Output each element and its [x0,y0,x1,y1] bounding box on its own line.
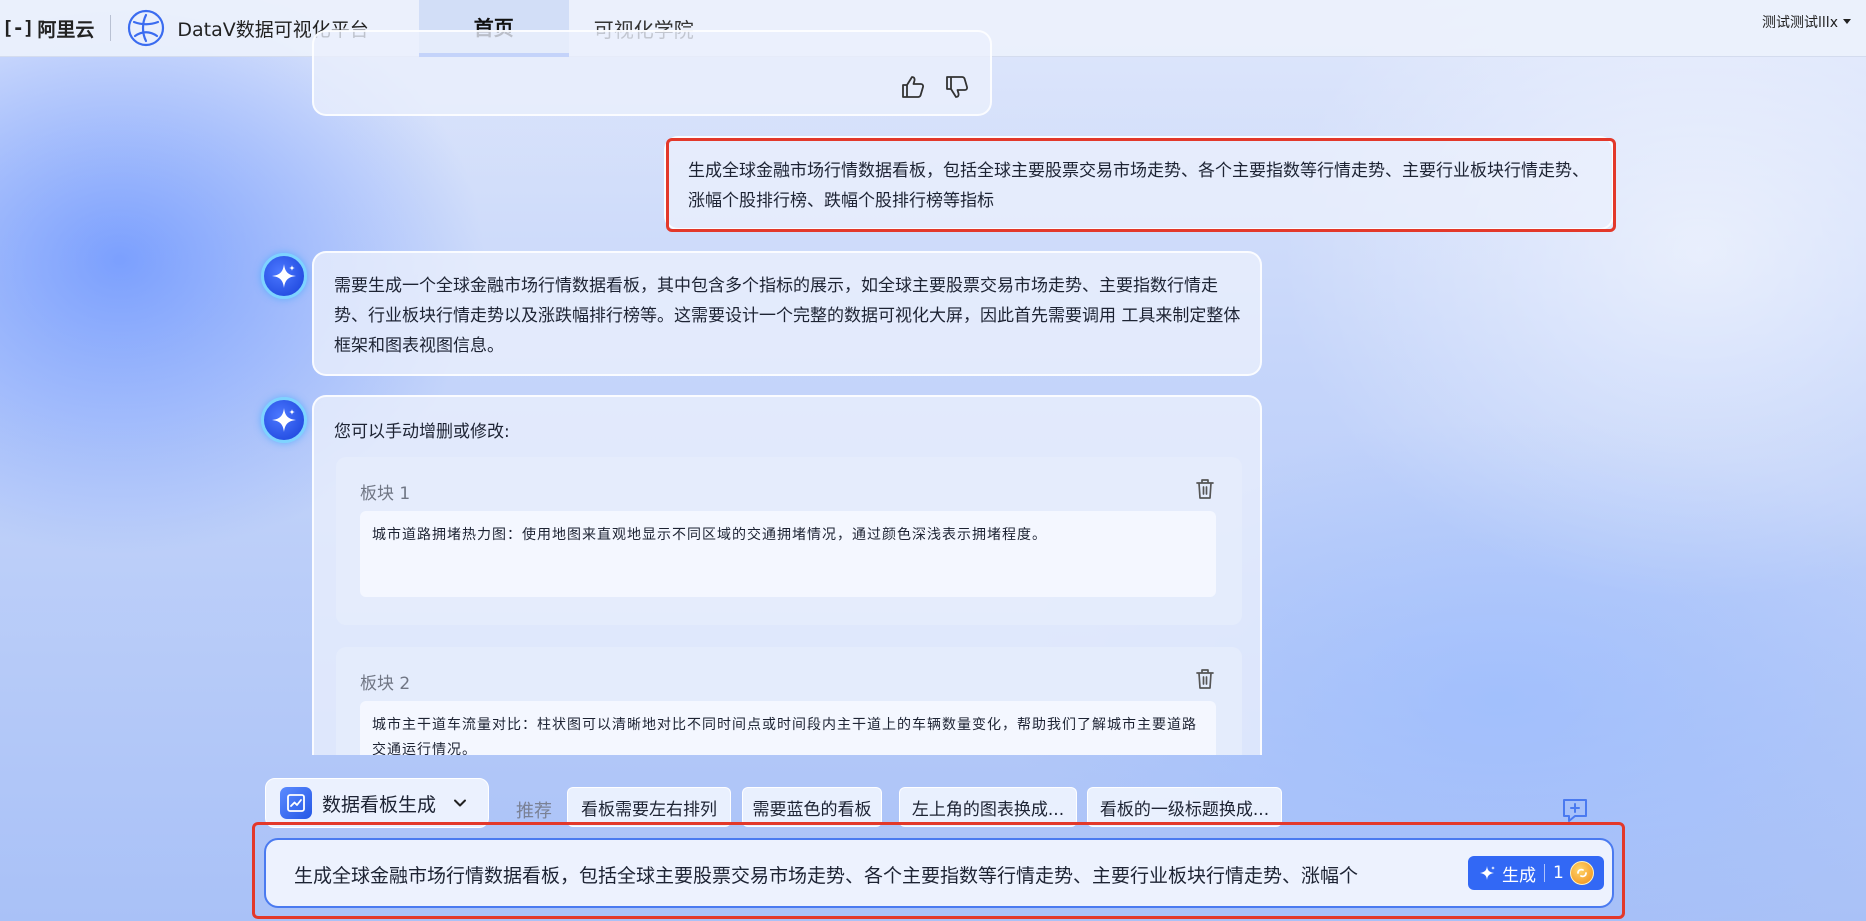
chart-board-icon [280,787,312,819]
generate-separator [1544,864,1545,882]
ai-blocks-card: 您可以手动增删或修改: 板块 1 城市道路拥堵热力图：使用地图来直观地显示不同区… [312,395,1262,755]
ai-message-bubble: 需要生成一个全球金融市场行情数据看板，其中包含多个指标的展示，如全球主要股票交易… [312,251,1262,376]
ai-avatar [261,253,307,299]
aliyun-logo[interactable]: [-] 阿里云 [2,0,94,57]
sparkle-icon [272,264,296,288]
credit-count: 1 [1553,863,1564,883]
ai-intro-text: 您可以手动增删或修改: [334,422,510,442]
header-divider [110,15,112,41]
block-title: 板块 1 [360,484,411,504]
block-title: 板块 2 [360,674,411,694]
block-description-field[interactable]: 城市主干道车流量对比：柱状图可以清晰地对比不同时间点或时间段内主干道上的车辆数量… [360,701,1216,755]
datav-logo-icon [128,9,165,47]
suggestion-chip[interactable]: 看板需要左右排列 [567,787,731,827]
chevron-down-icon [454,799,467,807]
block-description-field[interactable]: 城市道路拥堵热力图：使用地图来直观地显示不同区域的交通拥堵情况，通过颜色深浅表示… [360,511,1216,597]
ai-message-text: 需要生成一个全球金融市场行情数据看板，其中包含多个指标的展示，如全球主要股票交易… [334,276,1241,356]
user-menu[interactable]: 测试测试lllx [1762,12,1852,32]
new-chat-icon[interactable] [1561,797,1589,823]
sparkle-icon [1480,866,1495,880]
suggestion-chip[interactable]: 看板的一级标题换成... [1087,787,1282,827]
ai-avatar [261,397,307,443]
block-item: 板块 1 城市道路拥堵热力图：使用地图来直观地显示不同区域的交通拥堵情况，通过颜… [336,457,1242,625]
coin-glyph-icon [1576,868,1587,878]
trash-icon[interactable] [1194,667,1216,691]
user-message-text: 生成全球金融市场行情数据看板，包括全球主要股票交易市场走势、各个主要指数等行情走… [688,161,1589,211]
aliyun-logo-text: 阿里云 [37,18,95,41]
previous-ai-message [312,30,992,116]
suggestion-chip[interactable]: 左上角的图表换成... [899,787,1077,827]
feedback-buttons [900,74,970,100]
prompt-input-text[interactable]: 生成全球金融市场行情数据看板，包括全球主要股票交易市场走势、各个主要指数等行情走… [294,861,1424,888]
mode-label: 数据看板生成 [322,793,437,816]
thumbs-up-icon[interactable] [900,74,926,100]
block-item: 板块 2 城市主干道车流量对比：柱状图可以清晰地对比不同时间点或时间段内主干道上… [336,647,1242,755]
user-name-label: 测试测试lllx [1762,15,1838,31]
generate-label: 生成 [1502,865,1536,886]
thumbs-down-icon[interactable] [944,74,970,100]
prompt-input[interactable]: 生成全球金融市场行情数据看板，包括全球主要股票交易市场走势、各个主要指数等行情走… [264,838,1614,908]
chart-line-icon [287,794,305,812]
coin-icon [1569,861,1594,885]
recommend-label: 推荐 [516,801,552,822]
sparkle-icon [272,408,296,432]
aliyun-logo-mark: [-] [2,17,34,39]
user-message-bubble: 生成全球金融市场行情数据看板，包括全球主要股票交易市场走势、各个主要指数等行情走… [664,136,1616,232]
caret-down-icon [1843,19,1851,24]
mode-dropdown[interactable]: 数据看板生成 [265,778,489,828]
trash-icon[interactable] [1194,477,1216,501]
suggestion-chip[interactable]: 需要蓝色的看板 [742,787,882,827]
generate-button[interactable]: 生成 1 [1468,856,1604,890]
